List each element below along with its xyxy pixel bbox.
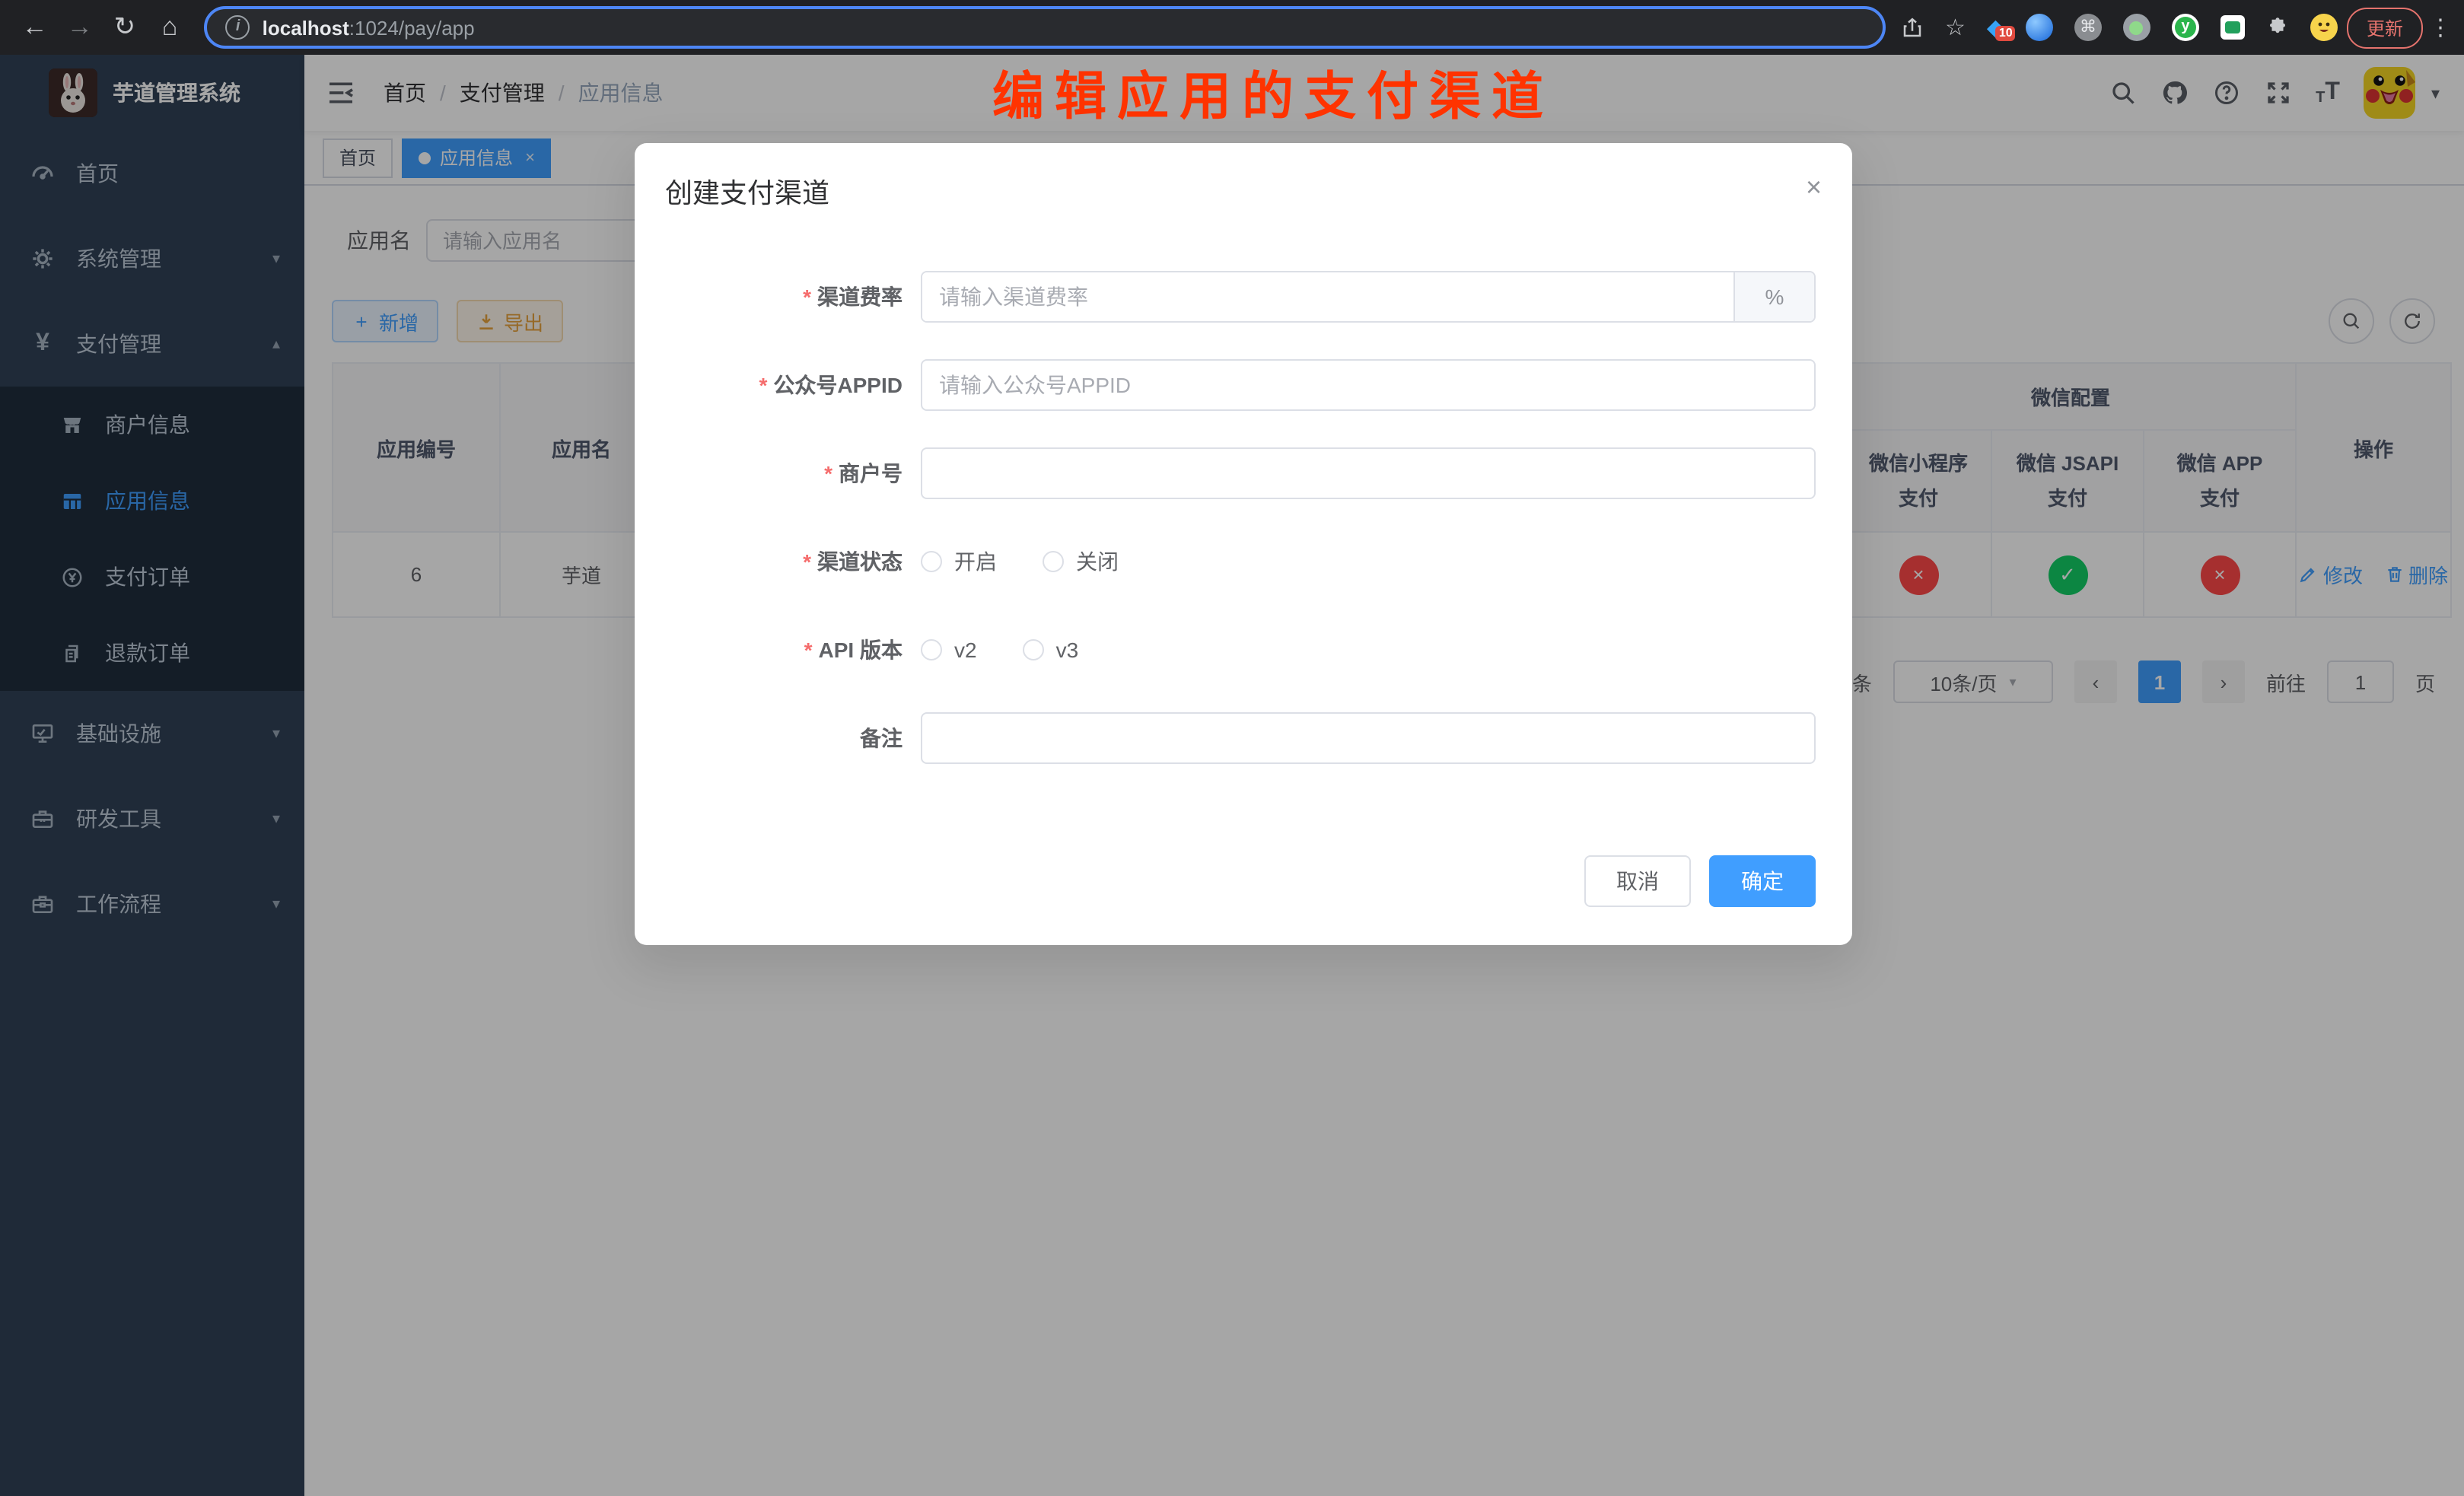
api-v3-radio[interactable] bbox=[1023, 639, 1044, 660]
address-bar[interactable]: i localhost:1024/pay/app bbox=[205, 6, 1886, 49]
merchant-input[interactable] bbox=[921, 447, 1816, 499]
status-on-radio[interactable] bbox=[921, 551, 942, 572]
browser-menu-icon[interactable]: ⋮ bbox=[2429, 14, 2452, 41]
extension-puzzle-icon[interactable] bbox=[2266, 16, 2289, 39]
share-icon[interactable] bbox=[1901, 16, 1924, 39]
extension-yudao-icon[interactable]: y bbox=[2172, 14, 2199, 41]
site-info-icon[interactable]: i bbox=[226, 15, 250, 40]
browser-reload-icon[interactable]: ↻ bbox=[102, 0, 147, 55]
browser-back-icon[interactable]: ← bbox=[12, 0, 57, 55]
bookmark-star-icon[interactable]: ☆ bbox=[1945, 14, 1966, 41]
extension-green-dot-icon[interactable] bbox=[2123, 14, 2150, 41]
field-status: *渠道状态 开启 关闭 bbox=[635, 536, 1852, 587]
annotation-text: 编辑应用的支付渠道 bbox=[992, 67, 1554, 128]
field-api-version: *API 版本 v2 v3 bbox=[635, 624, 1852, 676]
browser-profile-avatar[interactable] bbox=[2310, 14, 2338, 41]
cancel-button[interactable]: 取消 bbox=[1584, 855, 1691, 907]
browser-update-button[interactable]: 更新 bbox=[2347, 7, 2423, 48]
extension-chat-icon[interactable] bbox=[2220, 15, 2245, 40]
url-path: :1024/pay/app bbox=[349, 16, 475, 39]
api-v2-label[interactable]: v2 bbox=[954, 638, 977, 662]
extension-tasks-icon[interactable]: ◆ 10 bbox=[1987, 14, 2004, 41]
status-on-label[interactable]: 开启 bbox=[954, 546, 997, 577]
browser-toolbar: ← → ↻ ⌂ i localhost:1024/pay/app ☆ ◆ 10 … bbox=[0, 0, 2464, 55]
dialog-title: 创建支付渠道 bbox=[665, 173, 1822, 213]
status-off-radio[interactable] bbox=[1043, 551, 1064, 572]
field-rate: *渠道费率 % bbox=[635, 271, 1852, 323]
field-remark: 备注 bbox=[635, 712, 1852, 764]
rate-suffix: % bbox=[1733, 272, 1814, 321]
url-host: localhost bbox=[263, 16, 349, 39]
api-v3-label[interactable]: v3 bbox=[1056, 638, 1079, 662]
browser-home-icon[interactable]: ⌂ bbox=[147, 0, 192, 55]
field-appid: *公众号APPID bbox=[635, 359, 1852, 411]
create-channel-dialog: 创建支付渠道 × *渠道费率 % *公众号APPID * bbox=[635, 143, 1852, 945]
appid-input[interactable] bbox=[921, 359, 1816, 411]
browser-forward-icon[interactable]: → bbox=[57, 0, 102, 55]
field-merchant: *商户号 bbox=[635, 447, 1852, 499]
rate-input[interactable] bbox=[922, 272, 1733, 321]
status-off-label[interactable]: 关闭 bbox=[1076, 546, 1119, 577]
dialog-close-icon[interactable]: × bbox=[1806, 173, 1822, 201]
extension-balloon-icon[interactable] bbox=[2026, 14, 2053, 41]
confirm-button[interactable]: 确定 bbox=[1709, 855, 1816, 907]
extension-badge: 10 bbox=[1996, 26, 2016, 41]
remark-input[interactable] bbox=[921, 712, 1816, 764]
extension-command-icon[interactable]: ⌘ bbox=[2074, 14, 2102, 41]
api-v2-radio[interactable] bbox=[921, 639, 942, 660]
